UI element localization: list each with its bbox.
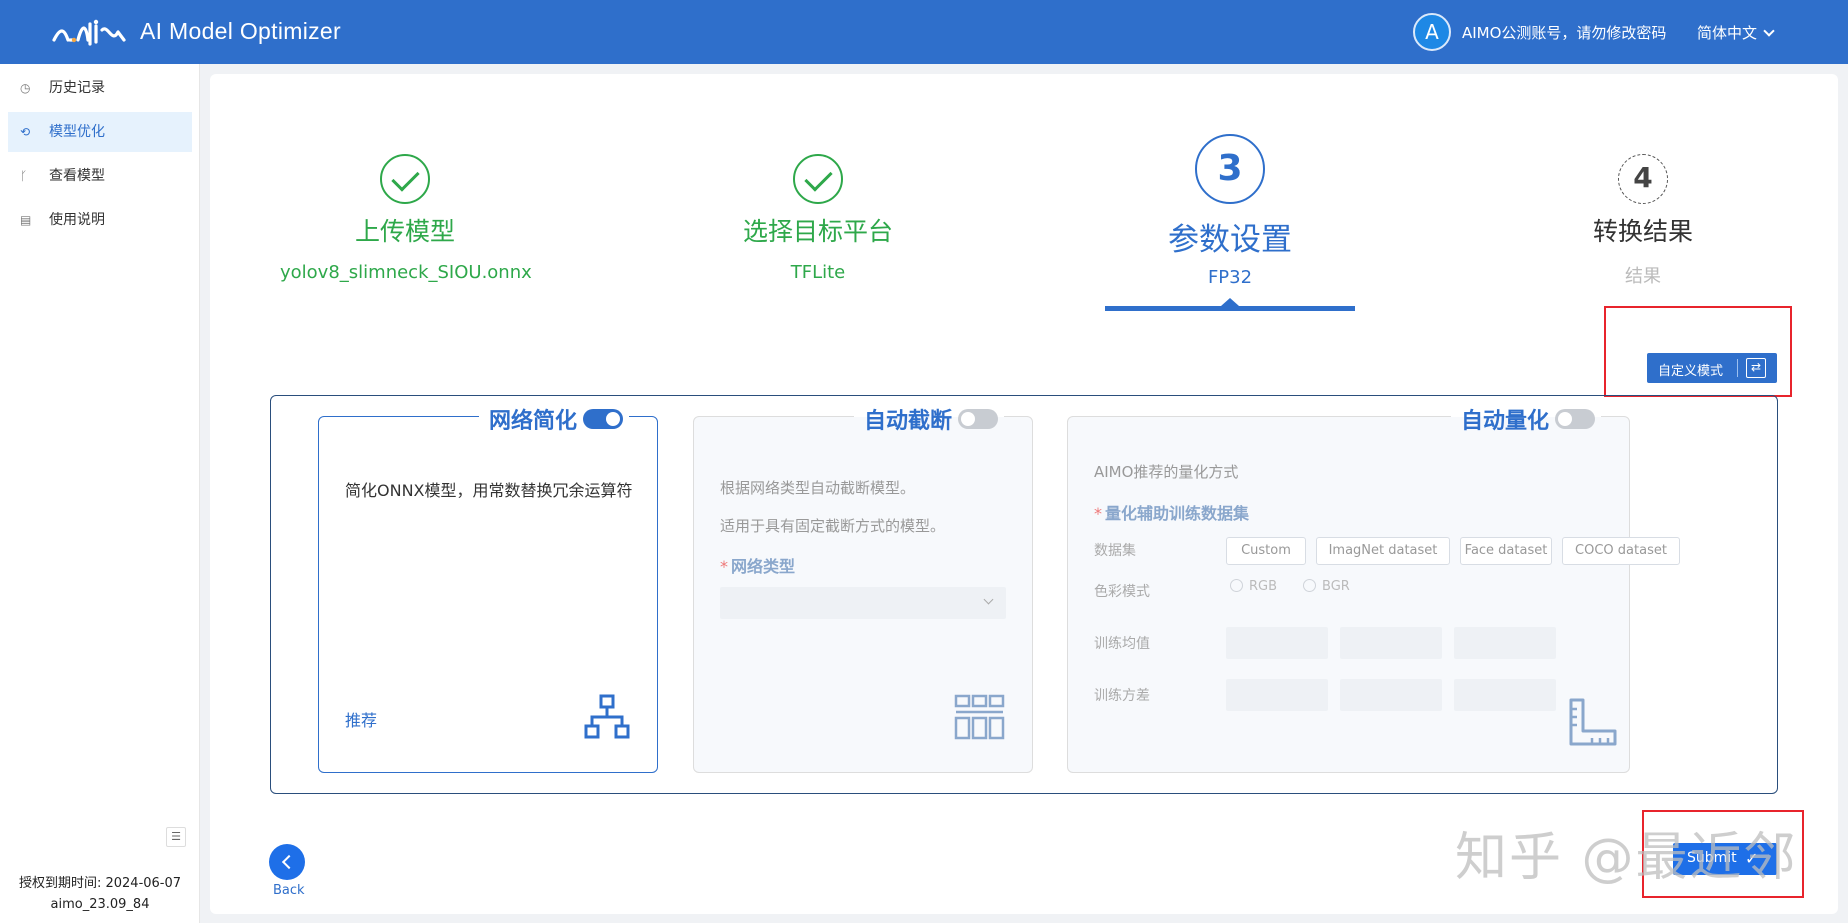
network-type-select[interactable] [720,587,1006,619]
step-title: 上传模型 [354,217,455,246]
step-subtitle: FP32 [1207,267,1253,288]
branch-icon: ᚴ [20,169,28,183]
logo-icon [52,19,126,46]
dataset-option-face[interactable]: Face dataset [1460,537,1552,565]
sidebar-item-label: 使用说明 [49,212,105,228]
highlight-box [1604,306,1792,397]
language-label: 简体中文 [1697,24,1758,42]
step-result: 4 转换结果 结果 [1518,154,1768,288]
step-active-underline [1105,306,1355,311]
sidebar-item-label: 查看模型 [49,168,105,184]
language-selector[interactable]: 简体中文 [1697,22,1775,43]
app-title: AI Model Optimizer [140,18,341,44]
step-target-platform: 选择目标平台 TFLite [693,154,943,283]
document-icon: ▤ [20,213,32,227]
custom-mode-button[interactable]: 自定义模式 ⇄ [1647,353,1777,383]
mean-input-2[interactable] [1340,627,1442,659]
divider [1737,359,1738,377]
ruler-icon [1569,698,1617,746]
back-button[interactable] [269,844,305,880]
card-auto-quantize[interactable]: 自动量化 AIMO推荐的量化方式 * 量化辅助训练数据集 数据集 Custom I… [1067,403,1680,773]
step-upload-model: 上传模型 yolov8_slimneck_SIOU.onnx [280,154,532,283]
card-title: 网络简化 [488,409,577,434]
step-number: 4 [1618,154,1668,204]
version-label: aimo_23.09_84 [50,897,150,912]
back-label[interactable]: Back [273,883,305,898]
card-description: 简化ONNX模型，用常数替换冗余运算符 [345,481,633,500]
card-header: 自动截断 [853,403,1004,434]
card-title: 自动截断 [863,409,952,434]
radio-bgr[interactable]: BGR [1303,579,1350,594]
step-title: 转换结果 [1592,217,1693,246]
step-subtitle: TFLite [790,262,846,283]
optimization-options: 网络简化 简化ONNX模型，用常数替换冗余运算符 推荐 自动截断 根据网络类型自… [270,395,1778,794]
check-icon [793,154,843,204]
custom-mode-label: 自定义模式 [1658,364,1724,379]
step-number: 3 [1195,134,1265,204]
network-tree-icon [584,694,630,739]
mean-input-1[interactable] [1226,627,1328,659]
watermark: 知乎 @最近邻 [1455,828,1798,888]
card-network-simplify[interactable]: 网络简化 简化ONNX模型，用常数替换冗余运算符 推荐 [318,403,658,773]
check-icon [380,154,430,204]
radio-rgb[interactable]: RGB [1230,579,1277,594]
card-header: 自动量化 [1450,403,1601,434]
grid-blocks-icon [954,694,1005,740]
sidebar-item-docs[interactable]: ▤ 使用说明 [8,200,192,240]
radio-circle [1303,579,1316,592]
card-description-line2: 适用于具有固定截断方式的模型。 [720,517,946,535]
license-expiry: 授权到期时间: 2024-06-07 [18,876,182,891]
sidebar-item-view-model[interactable]: ᚴ 查看模型 [8,156,192,196]
dataset-label: 数据集 [1094,543,1136,559]
refresh-icon: ⟲ [20,125,31,139]
truncate-toggle[interactable] [958,409,998,429]
clock-icon: ◷ [20,81,31,95]
collapse-sidebar-icon[interactable]: ☰ [166,827,186,847]
top-bar: AI Model Optimizer A AIMO公测账号，请勿修改密码 简体中… [0,0,1848,64]
avatar[interactable]: A [1413,13,1451,51]
card-title: 自动量化 [1460,409,1549,434]
std-input-3[interactable] [1454,679,1556,711]
sidebar-item-label: 历史记录 [49,80,105,96]
sidebar-item-history[interactable]: ◷ 历史记录 [8,68,192,108]
card-description-line1: 根据网络类型自动截断模型。 [720,479,916,497]
step-parameters: 3 参数设置 FP32 [1105,134,1355,288]
mean-label: 训练均值 [1094,636,1150,652]
dataset-option-imagenet[interactable]: ImagNet dataset [1316,537,1450,565]
card-auto-truncate[interactable]: 自动截断 根据网络类型自动截断模型。 适用于具有固定截断方式的模型。 * 网络类型 [693,403,1033,773]
sidebar-item-optimize[interactable]: ⟲ 模型优化 [8,112,192,152]
card-header: 网络简化 [478,403,629,434]
dataset-option-custom[interactable]: Custom [1226,537,1306,565]
recommend-label: 推荐 [345,711,378,730]
account-name[interactable]: AIMO公测账号，请勿修改密码 [1462,22,1666,43]
step-subtitle: yolov8_slimneck_SIOU.onnx [280,262,532,283]
step-subtitle: 结果 [1625,266,1661,287]
quantize-intro: AIMO推荐的量化方式 [1094,463,1239,481]
step-title: 选择目标平台 [742,217,893,246]
chevron-down-icon [1763,25,1775,37]
dataset-option-coco[interactable]: COCO dataset [1562,537,1680,565]
quantize-toggle[interactable] [1555,409,1595,429]
sidebar: ◷ 历史记录 ⟲ 模型优化 ᚴ 查看模型 ▤ 使用说明 ☰ 授权到期时间: 20… [0,64,200,923]
network-type-label: * 网络类型 [720,557,796,576]
mean-input-3[interactable] [1454,627,1556,659]
std-input-1[interactable] [1226,679,1328,711]
color-mode-label: 色彩模式 [1094,584,1150,600]
std-label: 训练方差 [1094,688,1150,704]
step-pointer [1221,298,1239,306]
dataset-section-label: * 量化辅助训练数据集 [1094,504,1250,523]
radio-circle [1230,579,1243,592]
switch-icon: ⇄ [1746,358,1766,378]
sidebar-item-label: 模型优化 [49,124,105,140]
std-input-2[interactable] [1340,679,1442,711]
simplify-toggle[interactable] [583,409,623,429]
chevron-down-icon [983,594,994,605]
step-title: 参数设置 [1168,222,1292,258]
